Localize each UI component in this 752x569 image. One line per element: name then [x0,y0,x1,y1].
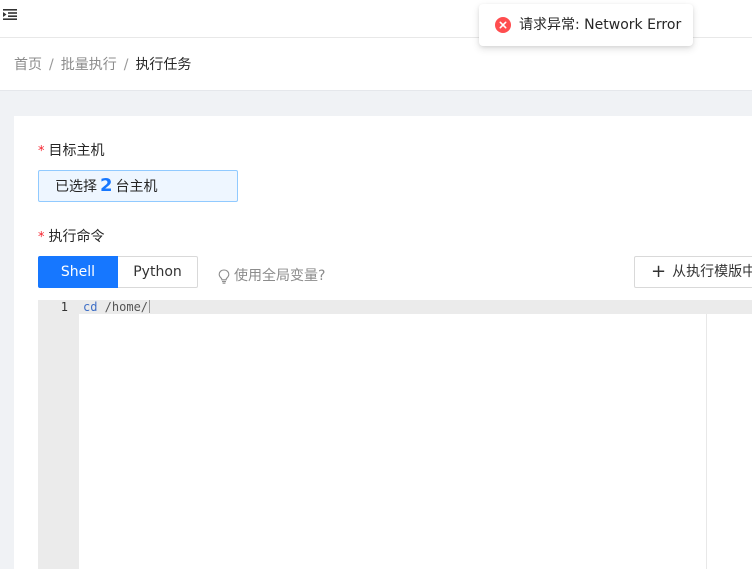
editor-print-margin [706,314,707,569]
breadcrumb-separator: / [49,57,54,73]
from-template-label: 从执行模版中 [672,264,752,280]
global-variable-hint[interactable]: 使用全局变量? [218,266,325,286]
host-selected-count: 2 [100,175,113,196]
text-cursor [149,300,151,313]
tab-python[interactable]: Python [118,256,198,288]
command-label-text: 执行命令 [48,229,105,245]
bulb-icon [218,268,230,284]
editor-gutter [38,300,79,569]
target-hosts-label: * 目标主机 [38,141,105,162]
breadcrumb-home[interactable]: 首页 [14,57,42,73]
command-label: * 执行命令 [38,227,105,248]
menu-fold-icon[interactable] [3,9,17,20]
tab-shell[interactable]: Shell [38,256,118,288]
code-line[interactable]: cd /home/ [83,300,151,314]
task-form-card: * 目标主机 已选择 2 台主机 * 执行命令 Shell Python 使用全局变量?… [14,116,752,569]
code-argument: /home/ [97,300,149,314]
host-selected-prefix: 已选择 [55,179,97,195]
code-editor[interactable]: 1 cd /home/ [38,300,752,569]
error-toast: 请求异常: Network Error [479,4,693,46]
close-circle-icon [495,17,511,33]
breadcrumb-separator: / [123,57,129,73]
global-variable-hint-text: 使用全局变量? [234,268,326,284]
line-number: 1 [60,300,68,314]
breadcrumb-batch-exec[interactable]: 批量执行 [61,57,117,73]
breadcrumb: 首页 / 批量执行 / 执行任务 [14,55,191,75]
interpreter-tabs: Shell Python [38,256,198,288]
required-mark: * [38,230,45,245]
breadcrumb-current: 执行任务 [135,57,192,73]
host-selected-suffix: 台主机 [115,179,158,195]
required-mark: * [38,144,45,159]
target-hosts-label-text: 目标主机 [48,143,105,159]
error-toast-message: 请求异常: Network Error [519,17,682,33]
plus-icon: + [651,261,667,282]
host-selector-button[interactable]: 已选择 2 台主机 [38,170,238,202]
code-command: cd [83,300,98,314]
from-template-button[interactable]: + 从执行模版中 [634,256,752,288]
